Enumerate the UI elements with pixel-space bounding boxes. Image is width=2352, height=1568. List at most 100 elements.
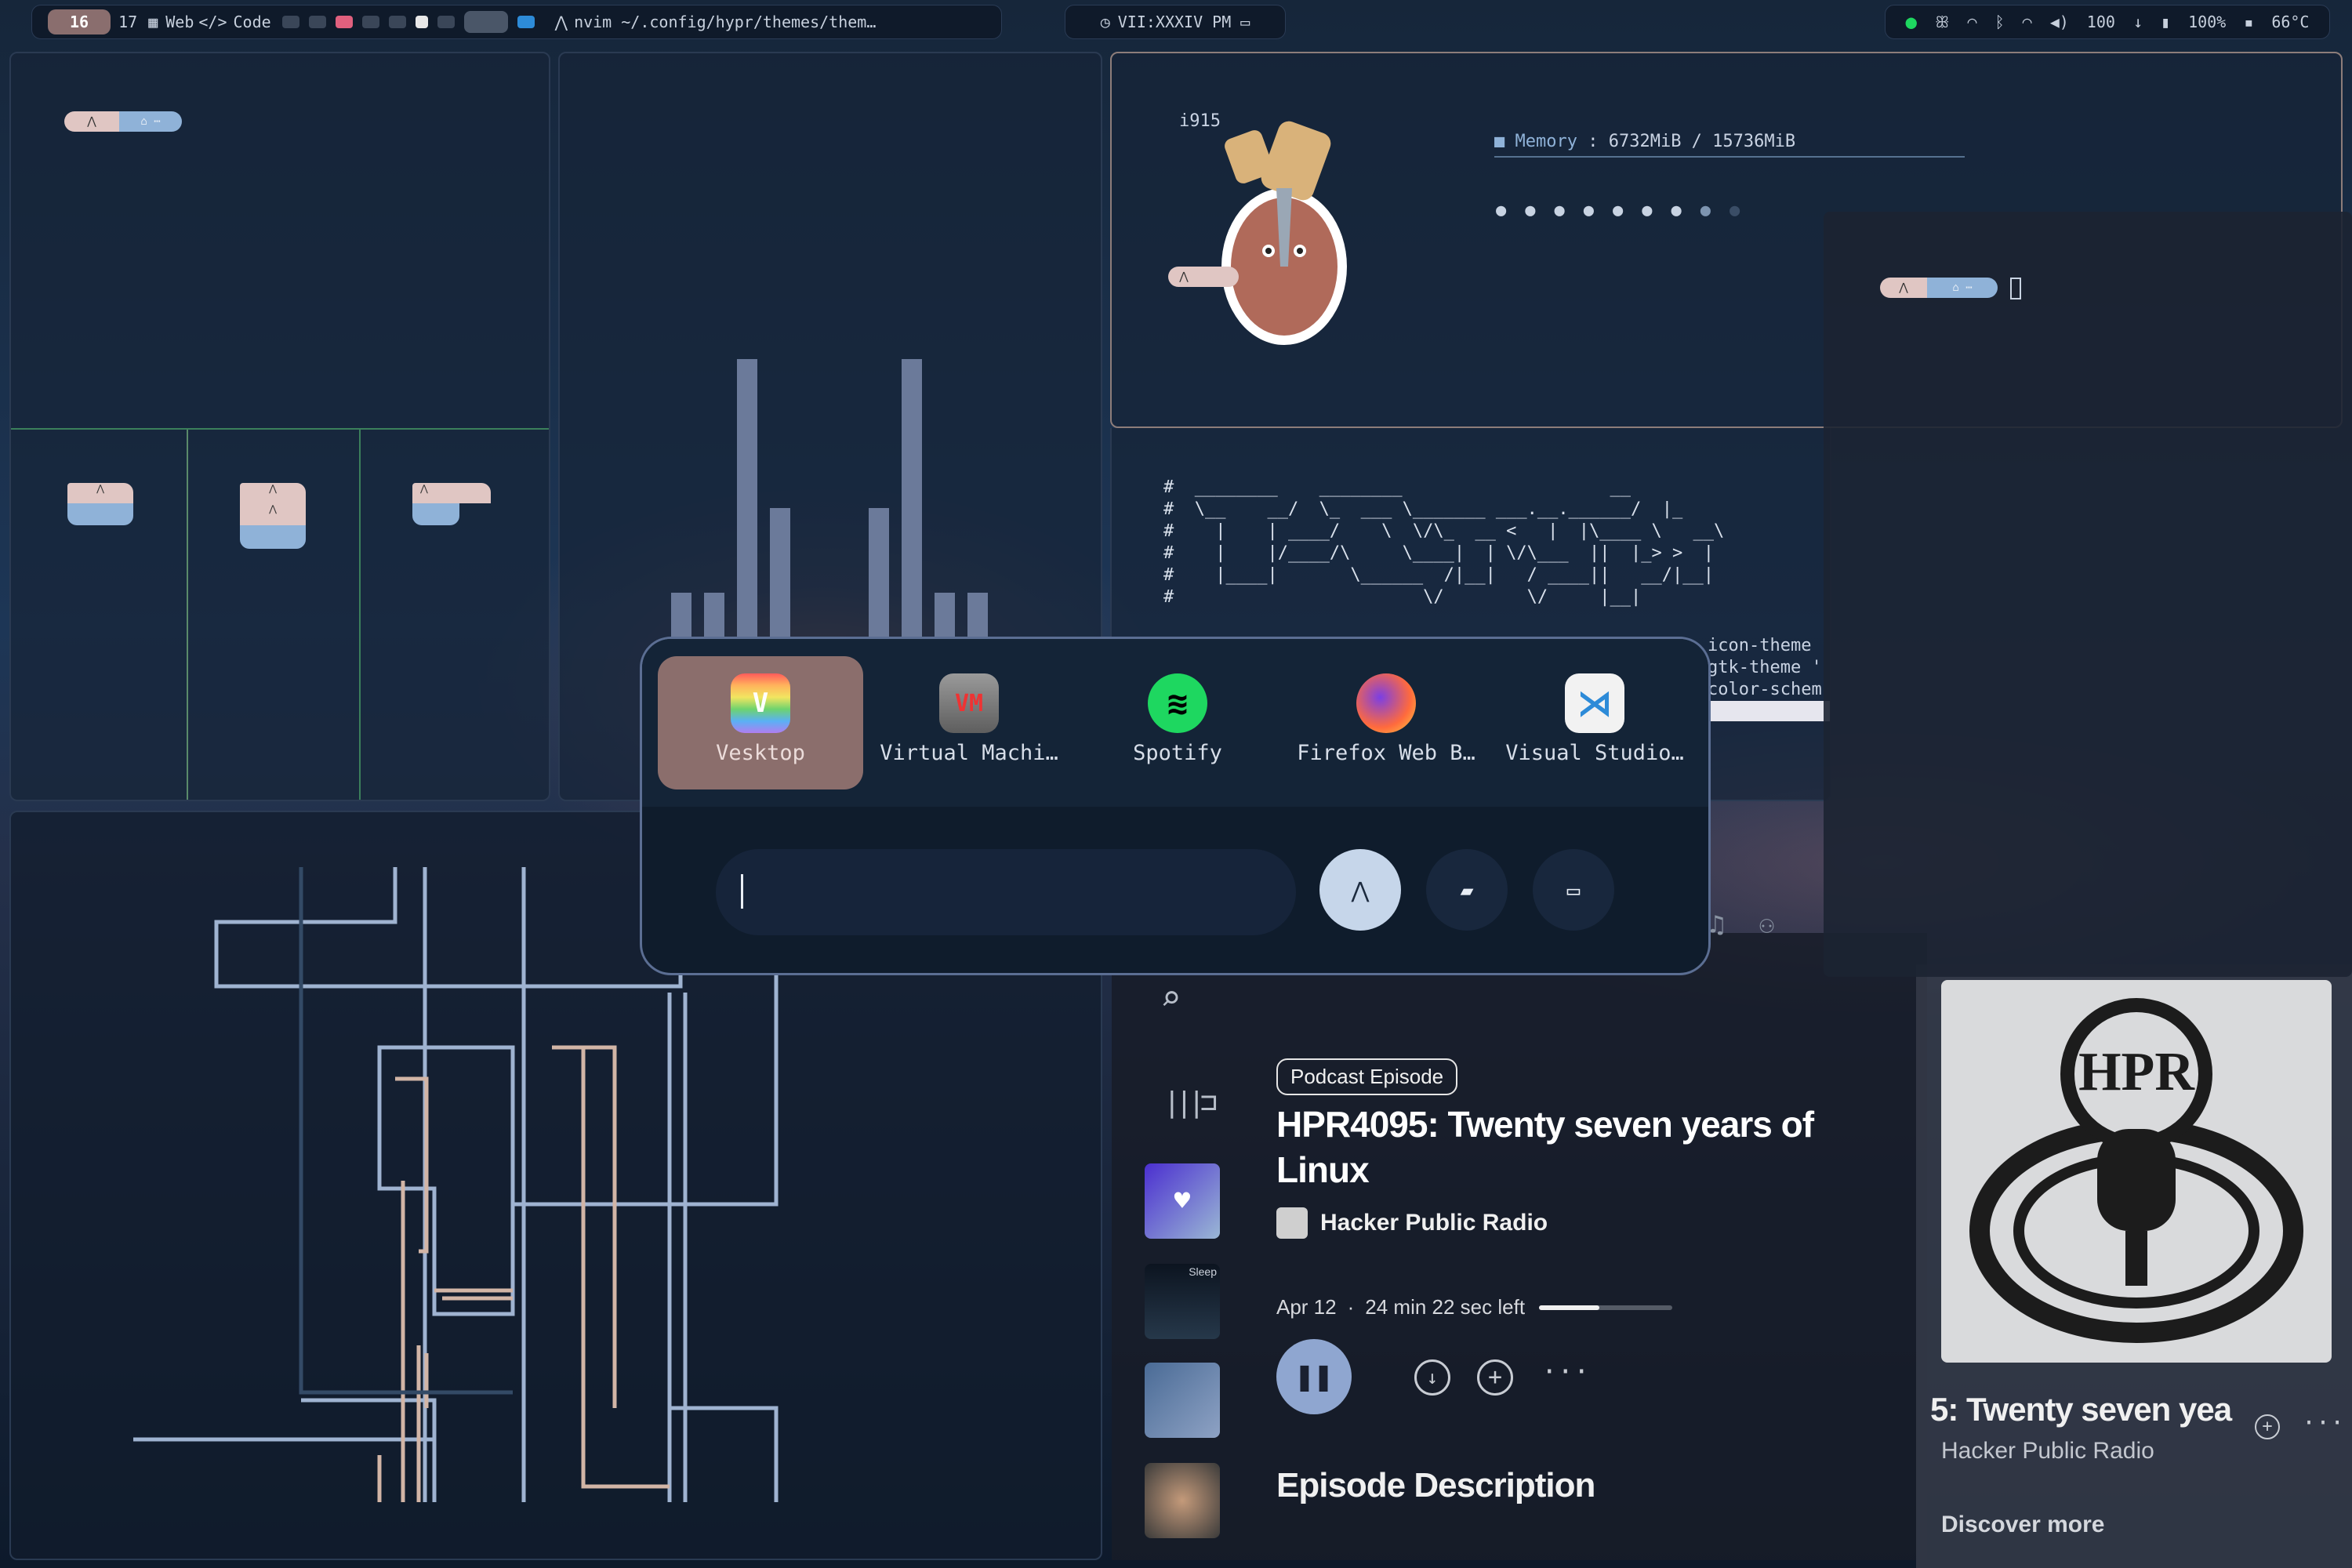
- episode-progress: [1539, 1305, 1673, 1310]
- workspace-16[interactable]: 16: [48, 9, 111, 34]
- config-lines: icon-theme gtk-theme ' color-schem: [1708, 635, 1830, 721]
- show-name[interactable]: Hacker Public Radio: [1320, 1210, 1548, 1236]
- bluetooth-icon[interactable]: ᛒ: [1995, 13, 2005, 31]
- window-icon[interactable]: [281, 16, 299, 28]
- config-line: icon-theme: [1708, 636, 1812, 655]
- app-label: Spotify: [1133, 741, 1222, 765]
- config-line: color-schem: [1708, 680, 1822, 699]
- launcher-search-input[interactable]: [716, 849, 1296, 935]
- vesktop-icon: V: [731, 673, 790, 733]
- cursor-line: [1708, 701, 1830, 721]
- side-more-button[interactable]: ···: [2302, 1410, 2344, 1437]
- ventoy-icon[interactable]: ꕥ: [1935, 13, 1950, 31]
- sleep-label: Sleep: [1189, 1265, 1217, 1278]
- battery-icon: ▮: [2161, 13, 2171, 31]
- mini-pill: ⋀: [67, 483, 133, 525]
- more-options-button[interactable]: ···: [1541, 1356, 1589, 1388]
- window-title: nvim ~/.config/hypr/themes/them…: [574, 13, 877, 31]
- window-icon[interactable]: [308, 16, 326, 28]
- side-show-name[interactable]: Hacker Public Radio: [1941, 1438, 2154, 1465]
- sleep-playlist-thumb[interactable]: Sleep: [1145, 1264, 1220, 1339]
- color-dots: ●●●●●●●●●: [1496, 201, 1759, 220]
- floating-pill: ⋀ ⌂ ⋯: [1880, 278, 1998, 298]
- memory-label: Memory: [1515, 132, 1577, 151]
- files-mode-button[interactable]: ▰: [1426, 849, 1508, 931]
- episode-meta: Apr 12 · 24 min 22 sec left: [1276, 1295, 1673, 1319]
- vscode-icon: ⋊: [1565, 673, 1624, 733]
- grid-icon: ▦: [148, 13, 158, 31]
- layout-pill: ⋀ ⌂ ⋯: [64, 111, 182, 132]
- app-firefox[interactable]: Firefox Web B…: [1283, 656, 1489, 789]
- battery-value: 100%: [2188, 13, 2227, 31]
- app-launcher: V Vesktop VM Virtual Machi… ≋ Spotify Fi…: [640, 637, 1711, 975]
- window-icon[interactable]: [388, 16, 406, 28]
- episode-remaining: 24 min 22 sec left: [1365, 1295, 1526, 1319]
- liked-songs-thumb[interactable]: ♥: [1145, 1163, 1220, 1239]
- floating-terminal-window[interactable]: ⋀ ⌂ ⋯: [1824, 212, 2352, 977]
- app-virtual-machine[interactable]: VM Virtual Machi…: [866, 656, 1072, 789]
- window-icon[interactable]: [437, 16, 455, 28]
- workspace-17[interactable]: 17: [111, 13, 145, 31]
- friends-icon[interactable]: ⚇: [1759, 909, 1774, 939]
- clock-widget[interactable]: ◷ VII:XXXIV PM ▭: [1065, 5, 1286, 39]
- firefox-icon[interactable]: [335, 16, 353, 28]
- memory-bullet-icon: ■: [1494, 132, 1515, 151]
- pause-button[interactable]: ❚❚: [1276, 1339, 1352, 1414]
- spotify-icon: ≋: [1148, 673, 1207, 733]
- podcast-thumb[interactable]: [1145, 1463, 1220, 1538]
- ascii-art-logo: # ________ ________ __ # \__ __/ \_ ___ …: [1163, 477, 1725, 607]
- app-vscode[interactable]: ⋊ Visual Studio…: [1492, 656, 1697, 789]
- side-episode-title[interactable]: 5: Twenty seven yea: [1930, 1391, 2244, 1428]
- download-button[interactable]: ↓: [1414, 1359, 1450, 1396]
- apps-mode-button[interactable]: ⋀: [1319, 849, 1401, 931]
- wifi-icon[interactable]: ◠: [1968, 13, 1977, 31]
- config-line: gtk-theme ': [1708, 658, 1822, 677]
- spotify-tray-icon[interactable]: ●: [1906, 11, 1917, 33]
- clock-text: VII:XXXIV PM: [1117, 13, 1232, 31]
- discover-more-link[interactable]: Discover more: [1941, 1512, 2104, 1538]
- workspace-web[interactable]: Web: [165, 13, 194, 31]
- virt-manager-icon: VM: [939, 673, 999, 733]
- library-icon[interactable]: |||⊐: [1163, 1087, 1218, 1119]
- volume-value: 100: [2086, 13, 2115, 31]
- episode-description-heading: Episode Description: [1276, 1466, 1595, 1504]
- memory-line: ■ Memory : 6732MiB / 15736MiB: [1494, 132, 1965, 158]
- app-spotify[interactable]: ≋ Spotify: [1075, 656, 1280, 789]
- tiling-preview-window[interactable]: ⋀ ⌂ ⋯ ⋀ ⋀ ⋀ ⋀: [9, 52, 550, 801]
- divider: [359, 430, 361, 800]
- mascot-pill: ⋀: [1168, 267, 1239, 287]
- app-label: Vesktop: [716, 741, 805, 765]
- arch-icon: ⋀: [554, 13, 568, 31]
- app-vesktop[interactable]: V Vesktop: [658, 656, 863, 789]
- window-icon[interactable]: [361, 16, 379, 28]
- add-button[interactable]: +: [1477, 1359, 1513, 1396]
- mini-pill: ⋀ ⋀: [240, 483, 306, 549]
- active-window-icon[interactable]: [463, 11, 508, 33]
- search-icon[interactable]: ⌕: [1160, 978, 1181, 1018]
- episode-date: Apr 12: [1276, 1295, 1337, 1319]
- show-row[interactable]: Hacker Public Radio: [1276, 1207, 1548, 1239]
- heart-icon: ♥: [1174, 1185, 1191, 1217]
- svg-text:HPR: HPR: [2078, 1042, 2195, 1102]
- app-label: Firefox Web B…: [1297, 741, 1475, 765]
- playlist-thumb[interactable]: [1145, 1363, 1220, 1438]
- workspace-code[interactable]: Code: [233, 13, 270, 31]
- firefox-icon: [1356, 673, 1416, 733]
- windows-mode-button[interactable]: ▭: [1533, 849, 1614, 931]
- volume-icon[interactable]: ◀): [2050, 13, 2069, 31]
- status-tray: ● ꕥ ◠ ᛒ ◠ ◀) 100 ↓ ▮ 100% ▪ 66°C: [1885, 5, 2330, 39]
- temperature-icon: ▪: [2244, 13, 2254, 31]
- podcast-episode-badge: Podcast Episode: [1276, 1058, 1458, 1095]
- side-add-button[interactable]: +: [2255, 1414, 2280, 1439]
- cursor-block: [2010, 278, 2021, 299]
- app-label: Visual Studio…: [1505, 741, 1684, 765]
- mini-pill: ⋀: [412, 483, 491, 525]
- network-icon[interactable]: ◠: [2023, 13, 2032, 31]
- dot-separator: ·: [1347, 1295, 1355, 1319]
- chainsaw-mascot-image: [1221, 121, 1347, 345]
- document-icon[interactable]: [415, 16, 428, 28]
- window-icon: ▭: [1566, 877, 1581, 903]
- notification-bell-icon[interactable]: ♫: [1709, 909, 1724, 939]
- episode-progress-fill: [1539, 1305, 1599, 1310]
- vscode-icon[interactable]: [517, 16, 535, 28]
